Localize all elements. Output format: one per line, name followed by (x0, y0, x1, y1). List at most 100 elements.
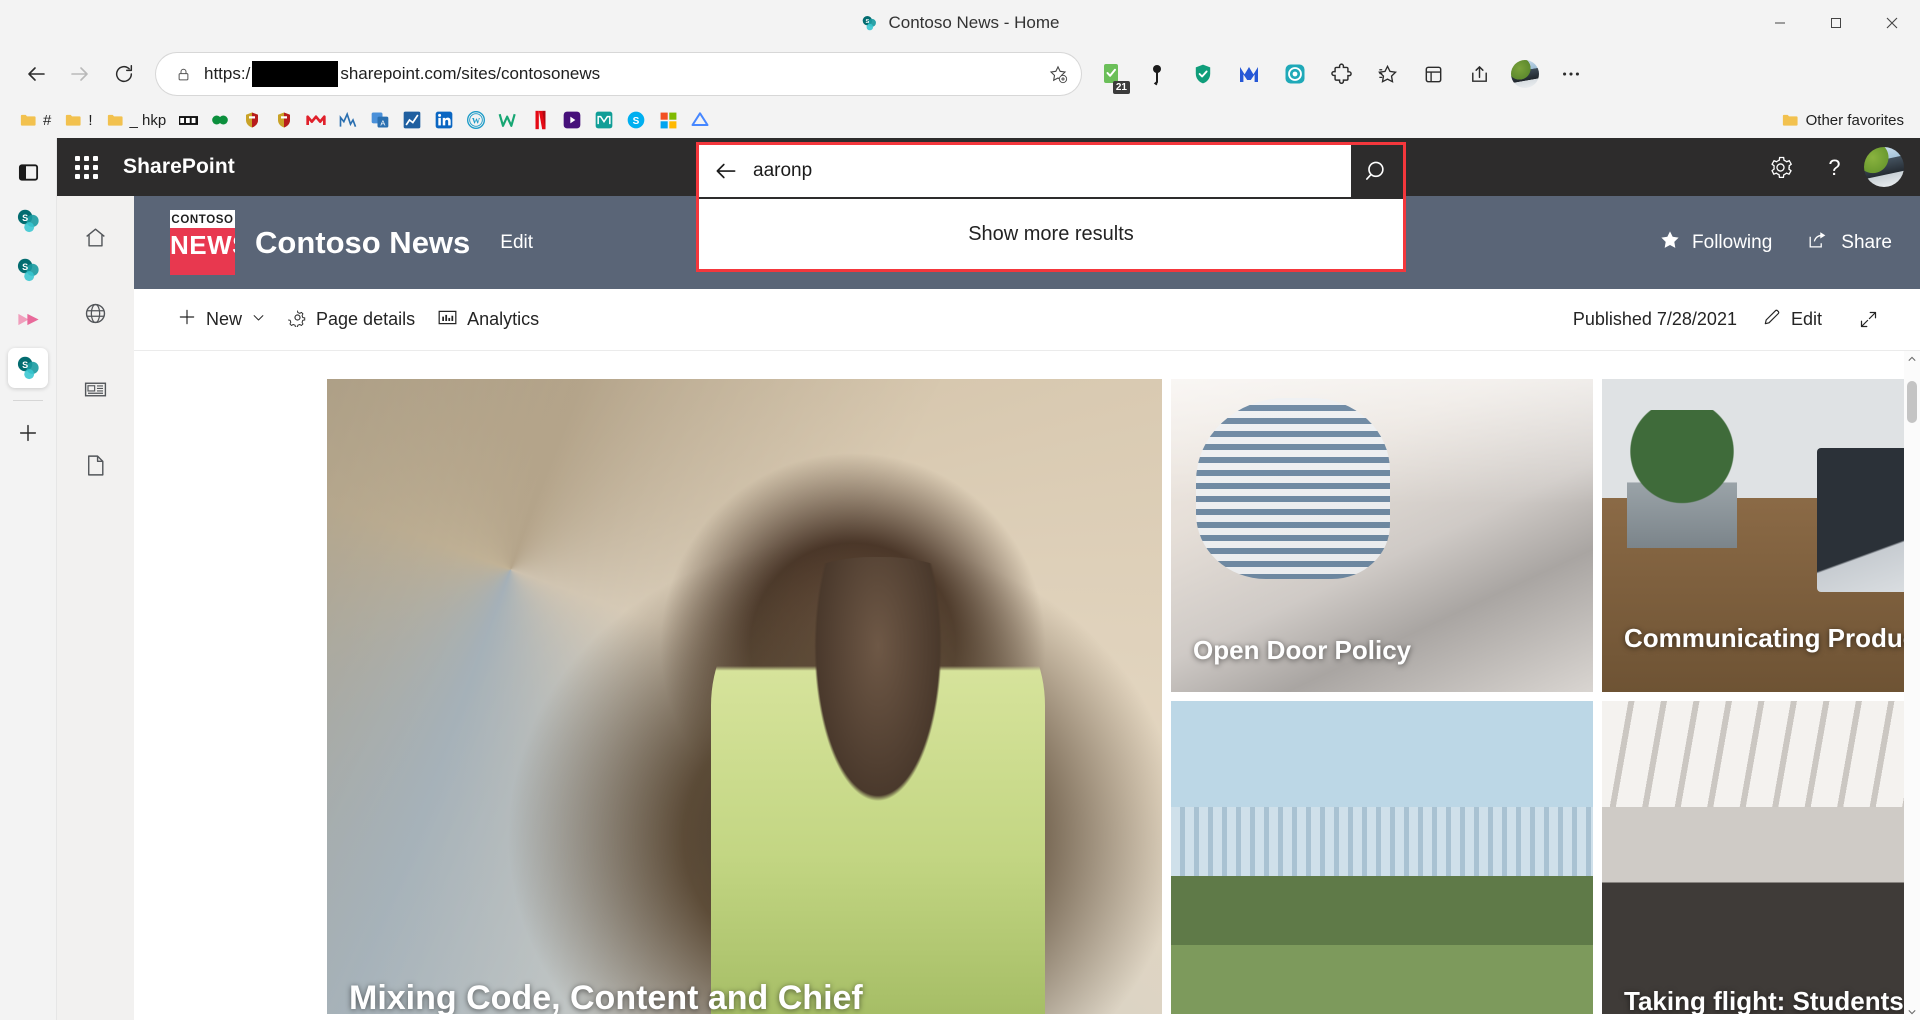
news-card[interactable]: Mixing Code, Content and Chief (327, 379, 1162, 1014)
plus-icon (177, 307, 197, 332)
address-bar[interactable]: https:/ sharepoint.com/sites/contosonews (156, 53, 1081, 95)
m-extension-icon[interactable] (1227, 52, 1271, 96)
news-card[interactable]: Taking flight: Students... (1602, 701, 1920, 1014)
analytics-button[interactable]: Analytics (426, 300, 550, 340)
password-key-icon[interactable] (1135, 52, 1179, 96)
settings-more-icon[interactable] (1549, 52, 1593, 96)
favorite-item[interactable] (684, 107, 716, 133)
page-viewport: S S S SharePoint ? aaronp Show more resu… (0, 138, 1920, 1020)
favorite-item[interactable]: ! (57, 107, 98, 133)
maximize-button[interactable] (1808, 0, 1864, 46)
sidebar-toggle-icon[interactable] (8, 152, 48, 192)
favorite-item[interactable] (396, 107, 428, 133)
pink-play-icon[interactable] (8, 299, 48, 339)
favorite-item[interactable] (428, 107, 460, 133)
suite-bar-actions: ? (1756, 143, 1920, 191)
suite-brand-label[interactable]: SharePoint (123, 155, 235, 179)
share-button[interactable]: Share (1806, 229, 1892, 257)
puzzle-extensions-icon[interactable] (1319, 52, 1363, 96)
favorite-item[interactable] (588, 107, 620, 133)
user-avatar[interactable] (1864, 147, 1904, 187)
svg-text:W: W (472, 116, 481, 125)
expand-diagonal-icon[interactable] (1847, 302, 1890, 337)
favorites-icon[interactable] (1365, 52, 1409, 96)
sitenav-news-icon[interactable] (73, 366, 119, 412)
star-add-icon[interactable] (1041, 57, 1075, 91)
wordpress-icon: W (466, 110, 486, 130)
gear-icon[interactable] (1756, 143, 1804, 191)
caret-up-icon[interactable] (1904, 351, 1920, 367)
page-details-label: Page details (316, 309, 416, 329)
add-tab-icon[interactable] (8, 413, 48, 453)
news-card[interactable]: Open Door Policy (1171, 379, 1593, 692)
sitenav-page-icon[interactable] (73, 442, 119, 488)
sharepoint-tab-2-icon[interactable]: S (8, 250, 48, 290)
edit-page-button[interactable]: Edit (1751, 300, 1833, 339)
other-favorites-button[interactable]: Other favorites (1780, 110, 1908, 130)
collections-icon[interactable] (1411, 52, 1455, 96)
favorite-item[interactable] (204, 107, 236, 133)
help-icon[interactable]: ? (1810, 143, 1858, 191)
favorite-item[interactable]: S (620, 107, 652, 133)
close-button[interactable] (1864, 0, 1920, 46)
site-nav-edit-link[interactable]: Edit (500, 232, 533, 254)
sharepoint-tab-active-icon[interactable]: S (8, 348, 48, 388)
navigation-toolbar: https:/sharepoint.com/sites/contosonews … (0, 46, 1920, 102)
analytics-blue-icon (338, 110, 358, 130)
profile-avatar-icon[interactable] (1503, 52, 1547, 96)
sharepoint-tab-1-icon[interactable]: S (8, 201, 48, 241)
folder-icon (63, 110, 83, 130)
favorite-label: _ hkp (129, 111, 167, 129)
netflix-icon (530, 110, 550, 130)
favorite-item[interactable]: W (460, 107, 492, 133)
favorite-item[interactable] (556, 107, 588, 133)
following-button[interactable]: Following (1659, 229, 1772, 257)
following-label: Following (1692, 231, 1773, 253)
share-label: Share (1841, 231, 1892, 253)
todo-extension-icon[interactable]: 21 (1089, 52, 1133, 96)
minimize-button[interactable] (1752, 0, 1808, 46)
page-scrollbar[interactable] (1904, 351, 1920, 1020)
forward-button[interactable] (58, 52, 102, 96)
url-text[interactable]: https:/ sharepoint.com/sites/contosonews (196, 61, 1041, 87)
site-logo-bottom-text: NEWS (170, 228, 235, 275)
news-card[interactable]: Communicating Product Value (1602, 379, 1920, 692)
svg-text:A: A (381, 119, 386, 128)
show-more-results-link[interactable]: Show more results (968, 223, 1134, 246)
favorite-item[interactable]: _ hkp (99, 107, 173, 133)
sitenav-home-icon[interactable] (73, 214, 119, 260)
favorite-item[interactable] (332, 107, 364, 133)
new-button[interactable]: New (166, 300, 277, 339)
share-icon[interactable] (1457, 52, 1501, 96)
browser-window: S Contoso News - Home https:/ sharepoint… (0, 0, 1920, 1020)
sitenav-globe-icon[interactable] (73, 290, 119, 336)
app-launcher-icon[interactable] (57, 138, 115, 196)
gear-icon (288, 308, 307, 332)
favorite-item[interactable] (236, 107, 268, 133)
favorite-item[interactable] (268, 107, 300, 133)
scrollbar-track[interactable] (1904, 367, 1920, 1004)
favorite-item[interactable] (300, 107, 332, 133)
scroll-thumb[interactable] (1907, 381, 1917, 423)
favorite-item[interactable]: # (12, 107, 57, 133)
search-submit-button[interactable] (1351, 145, 1403, 197)
search-back-icon[interactable] (699, 145, 753, 197)
site-main: CONTOSO NEWS Contoso News Edit Following (134, 196, 1920, 1020)
caret-down-icon[interactable] (1904, 1004, 1920, 1020)
window-title-text: Contoso News - Home (888, 13, 1060, 32)
news-card[interactable] (1171, 701, 1593, 1014)
site-title[interactable]: Contoso News (255, 225, 470, 261)
page-details-button[interactable]: Page details (277, 301, 426, 339)
favorite-item[interactable]: A (364, 107, 396, 133)
search-suggestions-dropdown[interactable]: Show more results (699, 197, 1403, 269)
favorite-item[interactable] (172, 107, 204, 133)
search-input[interactable] (753, 145, 1351, 197)
back-button[interactable] (14, 52, 58, 96)
refresh-button[interactable] (102, 52, 146, 96)
target-extension-icon[interactable] (1273, 52, 1317, 96)
favorite-item[interactable] (492, 107, 524, 133)
favorite-item[interactable] (652, 107, 684, 133)
chevron-down-icon[interactable] (251, 309, 266, 330)
shield-extension-icon[interactable] (1181, 52, 1225, 96)
favorite-item[interactable] (524, 107, 556, 133)
